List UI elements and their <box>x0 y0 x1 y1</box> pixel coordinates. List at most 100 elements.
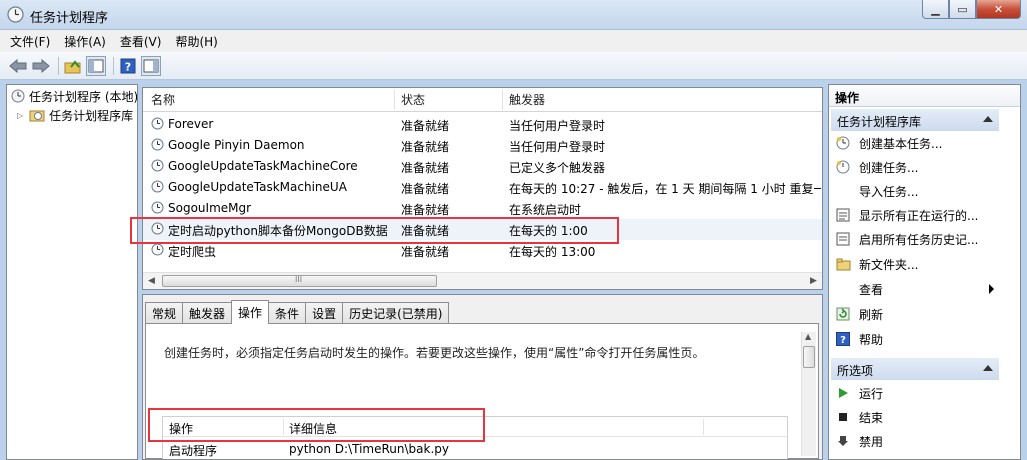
action-detail: python D:\TimeRun\bak.py <box>289 442 449 456</box>
action-label: 刷新 <box>859 307 884 322</box>
highlight-selected-task <box>130 217 619 244</box>
folder-up-icon <box>64 59 81 73</box>
action-end[interactable]: 结束 <box>835 407 883 427</box>
menu-file[interactable]: 文件(F) <box>10 33 50 50</box>
expand-arrow-icon[interactable]: ▷ <box>17 111 23 120</box>
action-enable-history[interactable]: 启用所有任务历史记... <box>835 229 978 249</box>
console-tree: 任务计划程序 (本地) ▷ 任务计划程序库 <box>6 84 138 460</box>
action-display-running[interactable]: 显示所有正在运行的... <box>835 205 978 225</box>
action-label: 启用所有任务历史记... <box>859 232 979 247</box>
task-row[interactable]: Forever 准备就绪 当任何用户登录时 <box>143 114 822 135</box>
task-status: 准备就绪 <box>401 245 450 259</box>
column-header-status[interactable]: 状态 <box>395 88 503 112</box>
task-status: 准备就绪 <box>401 140 450 154</box>
task-name: GoogleUpdateTaskMachineUA <box>168 180 347 194</box>
back-button[interactable] <box>8 56 28 76</box>
task-name: GoogleUpdateTaskMachineCore <box>168 159 358 173</box>
action-help[interactable]: ? 帮助 <box>835 329 883 349</box>
action-type: 启动程序 <box>169 444 218 458</box>
tree-root-label: 任务计划程序 (本地) <box>29 89 138 104</box>
task-clock-icon <box>151 180 164 193</box>
task-name: 定时爬虫 <box>168 245 217 259</box>
scroll-up-icon[interactable]: ▲ <box>805 332 811 341</box>
collapse-icon[interactable] <box>983 116 993 122</box>
tree-item-library[interactable]: ▷ 任务计划程序库 <box>17 106 133 124</box>
show-action-pane-button[interactable] <box>141 55 161 76</box>
tab-history[interactable]: 历史记录(已禁用) <box>342 302 450 324</box>
help-toolbar-button[interactable]: ? <box>118 56 138 76</box>
menu-view[interactable]: 查看(V) <box>120 33 162 50</box>
action-new-folder[interactable]: 新文件夹... <box>835 254 918 274</box>
task-row[interactable]: GoogleUpdateTaskMachineCore 准备就绪 已定义多个触发器 <box>143 156 822 177</box>
menu-help[interactable]: 帮助(H) <box>175 33 217 50</box>
section-header-selected[interactable]: 所选项 <box>831 358 999 380</box>
task-name: Forever <box>168 117 214 131</box>
back-arrow-icon <box>9 58 27 73</box>
tree-library-label: 任务计划程序库 <box>49 108 134 123</box>
tab-general[interactable]: 常规 <box>145 302 184 324</box>
task-clock-icon <box>151 159 164 172</box>
task-row[interactable]: SogouImeMgr 准备就绪 在系统启动时 <box>143 198 822 219</box>
watermark: 创新互联 <box>897 423 1017 452</box>
menu-bar: 文件(F) 操作(A) 查看(V) 帮助(H) <box>0 30 1027 52</box>
action-label: 帮助 <box>859 332 884 347</box>
task-trigger: 当任何用户登录时 <box>509 140 606 154</box>
show-hide-tree-button[interactable] <box>86 55 106 76</box>
scrollbar-thumb[interactable]: III <box>162 275 437 287</box>
action-label: 结束 <box>859 410 884 425</box>
minimize-button[interactable]: ▁ <box>922 0 949 19</box>
scroll-left-icon[interactable]: ◀ <box>144 274 159 288</box>
section-library-label: 任务计划程序库 <box>837 115 922 129</box>
action-import-task[interactable]: 导入任务... <box>835 181 918 201</box>
section-header-library[interactable]: 任务计划程序库 <box>831 109 999 131</box>
task-row[interactable]: Google Pinyin Daemon 准备就绪 当任何用户登录时 <box>143 135 822 156</box>
action-create-task[interactable]: 创建任务... <box>835 157 918 177</box>
task-trigger: 在系统启动时 <box>509 203 582 217</box>
toolbar: ? <box>0 52 1027 80</box>
vertical-scrollbar[interactable]: ▲ <box>801 332 816 456</box>
action-disable[interactable]: 禁用 <box>835 431 883 451</box>
minimize-icon: ▁ <box>931 2 940 16</box>
up-folder-button[interactable] <box>63 56 83 76</box>
folder-icon <box>835 256 851 272</box>
tab-settings[interactable]: 设置 <box>305 302 344 324</box>
menu-action[interactable]: 操作(A) <box>64 33 106 50</box>
tab-triggers[interactable]: 触发器 <box>182 302 233 324</box>
tree-item-root[interactable]: 任务计划程序 (本地) <box>11 87 138 105</box>
action-create-basic-task[interactable]: 创建基本任务... <box>835 133 942 153</box>
action-run[interactable]: 运行 <box>835 383 883 403</box>
window-controls: ▁ ▭ ✕ <box>922 0 1021 19</box>
tab-actions[interactable]: 操作 <box>231 300 270 324</box>
forward-button[interactable] <box>31 56 51 76</box>
title-bar: 任务计划程序 ▁ ▭ ✕ <box>0 0 1027 30</box>
task-row[interactable]: GoogleUpdateTaskMachineUA 准备就绪 在每天的 10:27 … <box>143 177 822 198</box>
task-trigger: 当任何用户登录时 <box>509 119 606 133</box>
action-refresh[interactable]: 刷新 <box>835 304 883 324</box>
task-name: SogouImeMgr <box>168 201 252 215</box>
action-label: 显示所有正在运行的... <box>859 208 979 223</box>
maximize-button[interactable]: ▭ <box>949 0 976 19</box>
column-header-trigger[interactable]: 触发器 <box>503 88 822 112</box>
collapse-icon[interactable] <box>983 365 993 371</box>
column-header-name[interactable]: 名称 <box>143 88 395 112</box>
svg-text:?: ? <box>125 60 131 73</box>
watermark-text: 创新互联 <box>937 427 1017 451</box>
scroll-grip: III <box>295 275 303 284</box>
close-icon: ✕ <box>993 2 1004 16</box>
history-icon <box>835 231 851 247</box>
action-label: 禁用 <box>859 434 884 449</box>
actions-description: 创建任务时，必须指定任务启动时发生的操作。若要更改这些操作，使用“属性”命令打开… <box>164 346 705 360</box>
vertical-scrollbar-thumb[interactable] <box>803 346 815 368</box>
scroll-right-icon[interactable]: ▶ <box>806 274 821 288</box>
close-button[interactable]: ✕ <box>976 0 1021 19</box>
disable-icon <box>835 433 851 449</box>
task-clock-icon <box>151 201 164 214</box>
forward-arrow-icon <box>32 58 50 73</box>
refresh-icon <box>835 306 851 322</box>
horizontal-scrollbar[interactable]: ◀ III ▶ <box>143 272 822 289</box>
actions-table-row[interactable]: 启动程序 python D:\TimeRun\bak.py <box>163 439 787 459</box>
tab-conditions[interactable]: 条件 <box>268 302 307 324</box>
column-trigger-label: 触发器 <box>509 93 546 107</box>
highlight-action-row <box>148 408 485 442</box>
action-view[interactable]: 查看 <box>835 279 883 299</box>
